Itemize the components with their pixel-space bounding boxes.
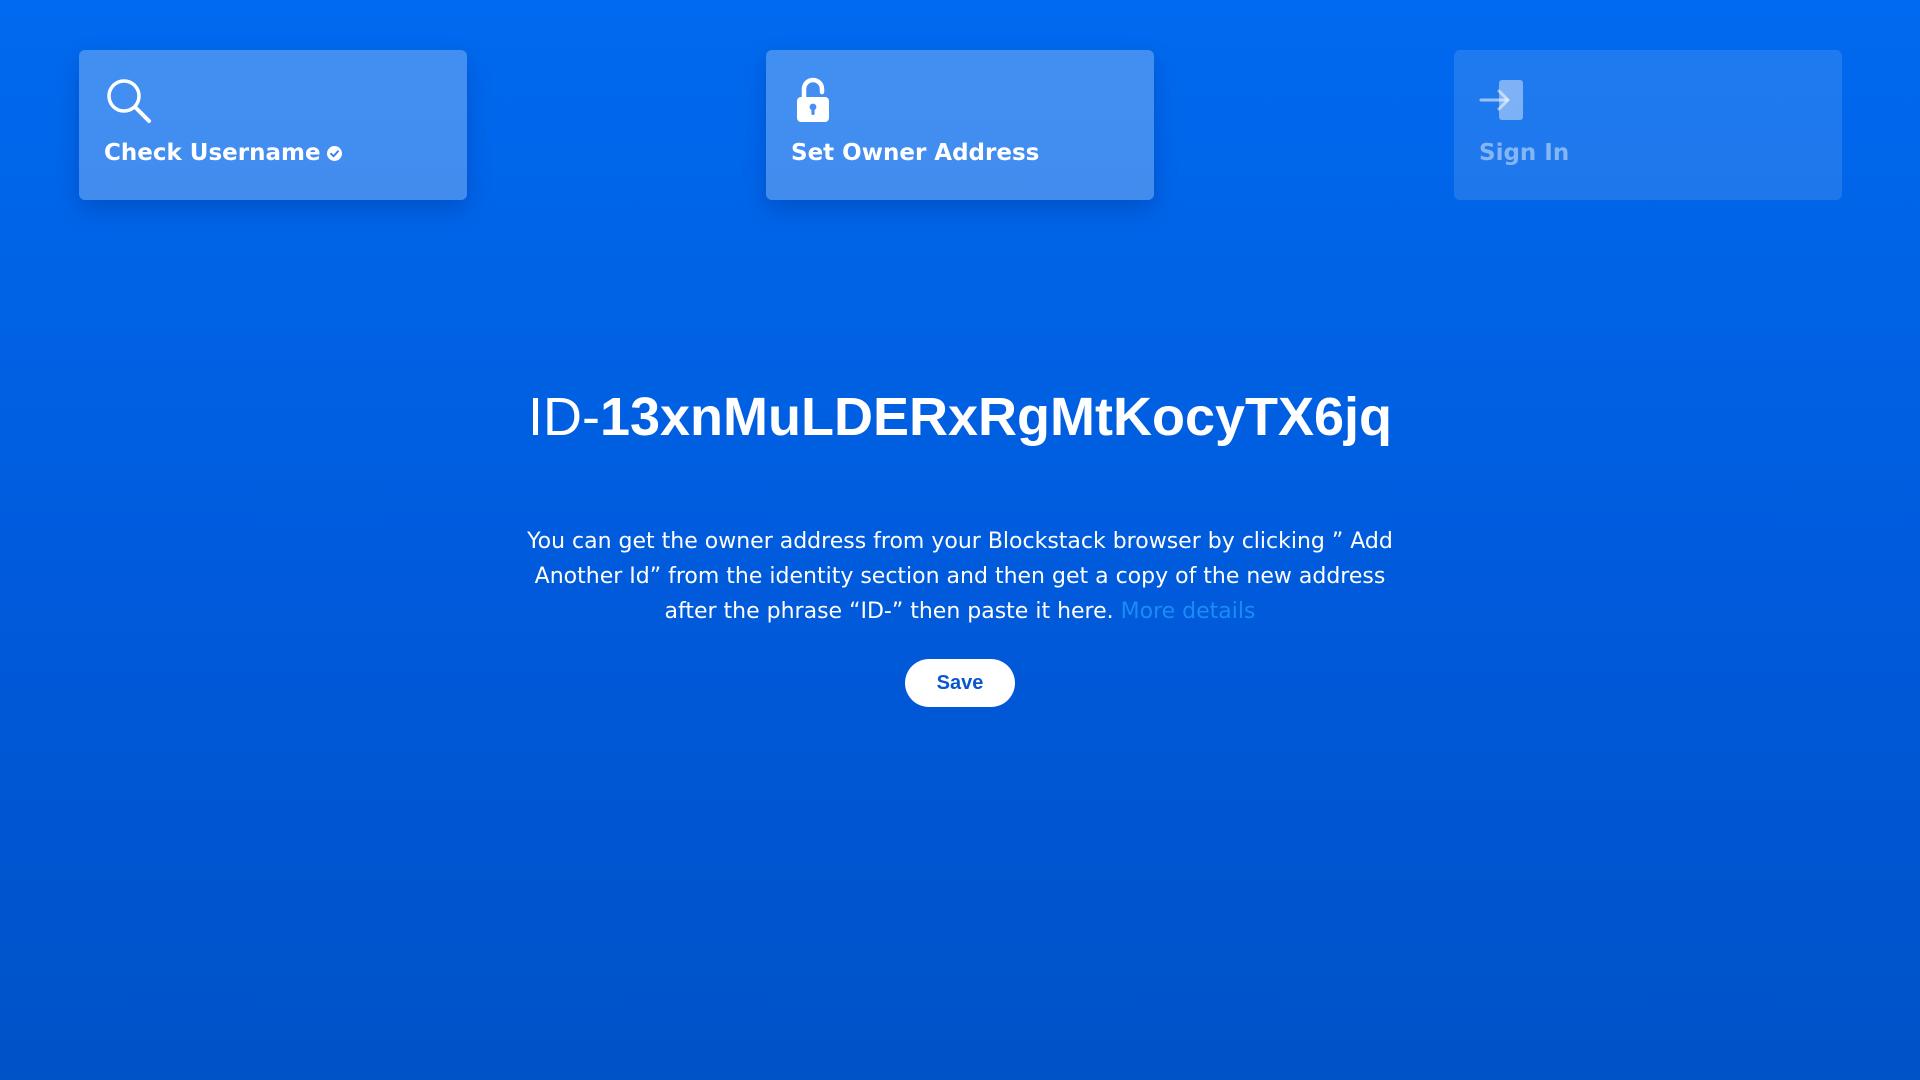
step-label-sign-in: Sign In [1479,140,1817,166]
more-details-link[interactable]: More details [1121,599,1256,624]
steps-bar: Check Username Set Owner Address Sign In [0,0,1920,260]
step-set-owner-address-text: Set Owner Address [791,140,1040,166]
check-circle-icon [326,145,342,161]
save-button[interactable]: Save [905,659,1015,707]
step-check-username-text: Check Username [104,140,321,166]
unlock-icon [797,77,829,122]
step-set-owner-address[interactable]: Set Owner Address [766,50,1154,200]
search-icon [107,79,151,123]
step-sign-in-text: Sign In [1479,140,1570,166]
step-check-username[interactable]: Check Username [79,50,467,200]
instructions-text: You can get the owner address from your … [525,524,1395,629]
owner-id-title: ID-13xnMuLDERxRgMtKocyTX6jq [0,370,1920,464]
step-label-set-owner-address: Set Owner Address [791,140,1129,166]
instructions-body: You can get the owner address from your … [527,529,1393,624]
owner-address-value: 13xnMuLDERxRgMtKocyTX6jq [599,387,1393,447]
step-sign-in[interactable]: Sign In [1454,50,1842,200]
sign-in-icon [1479,80,1523,120]
step-label-check-username: Check Username [104,140,442,166]
owner-address-panel: ID-13xnMuLDERxRgMtKocyTX6jq You can get … [0,370,1920,707]
id-prefix: ID- [527,387,600,447]
